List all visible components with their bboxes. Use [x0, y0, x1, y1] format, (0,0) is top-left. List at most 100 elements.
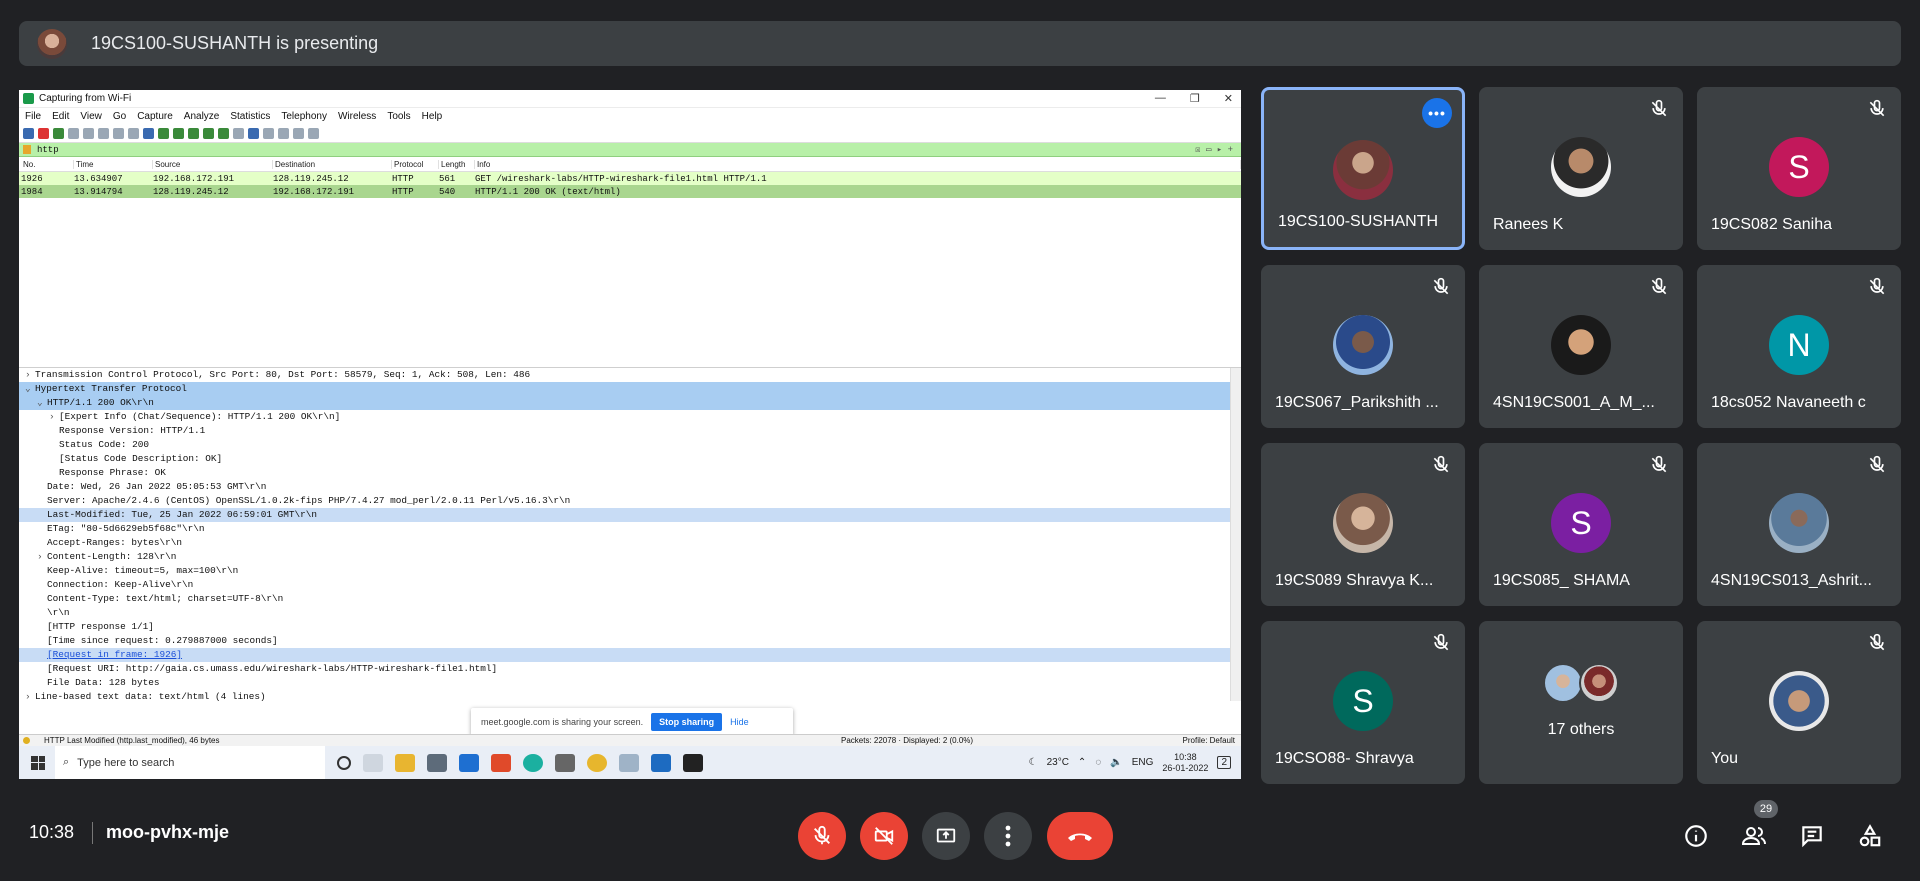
participant-tile[interactable]: 4SN19CS013_Ashrit...: [1697, 443, 1901, 606]
participant-tile[interactable]: S 19CS082 Saniha: [1697, 87, 1901, 250]
packet-row[interactable]: 1984 13.914794 128.119.245.12 192.168.17…: [19, 185, 1241, 198]
detail-line[interactable]: › Transmission Control Protocol, Src Port…: [19, 368, 1241, 382]
tray-chevron-icon[interactable]: ⌃: [1078, 757, 1086, 768]
maximize-icon[interactable]: ❐: [1190, 92, 1200, 105]
menu-file[interactable]: File: [25, 111, 41, 122]
wireshark-taskbar-icon[interactable]: [651, 753, 671, 772]
detail-line[interactable]: Status Code: 200: [19, 438, 1241, 452]
network-icon[interactable]: ◌: [1095, 757, 1101, 768]
others-tile[interactable]: 17 others: [1479, 621, 1683, 784]
detail-scrollbar[interactable]: [1230, 368, 1241, 701]
stop-sharing-button[interactable]: Stop sharing: [651, 713, 723, 731]
close-icon[interactable]: ✕: [1224, 92, 1233, 105]
filter-controls-icon[interactable]: ☒ ▭ ▸ +: [1195, 145, 1233, 155]
first-packet-icon[interactable]: [203, 128, 214, 139]
participant-tile[interactable]: 19CS089 Shravya K...: [1261, 443, 1465, 606]
open-file-icon[interactable]: [83, 128, 94, 139]
meeting-details-button[interactable]: [1680, 820, 1712, 852]
notification-icon[interactable]: 2: [1217, 756, 1231, 769]
go-back-icon[interactable]: [158, 128, 169, 139]
detail-line[interactable]: Response Phrase: OK: [19, 466, 1241, 480]
detail-line[interactable]: ⌄ HTTP/1.1 200 OK\r\n: [19, 396, 1241, 410]
menu-edit[interactable]: Edit: [52, 111, 69, 122]
detail-line[interactable]: Date: Wed, 26 Jan 2022 05:05:53 GMT\r\n: [19, 480, 1241, 494]
menu-analyze[interactable]: Analyze: [184, 111, 220, 122]
minimize-icon[interactable]: —: [1155, 92, 1166, 105]
taskbar-clock[interactable]: 10:38 26-01-2022: [1162, 752, 1208, 774]
display-filter-bar[interactable]: http ☒ ▭ ▸ +: [19, 143, 1241, 157]
volume-icon[interactable]: 🔈: [1110, 757, 1122, 768]
menu-go[interactable]: Go: [113, 111, 126, 122]
participant-tile[interactable]: 4SN19CS001_A_M_...: [1479, 265, 1683, 428]
menu-help[interactable]: Help: [422, 111, 443, 122]
detail-line-selected[interactable]: Last-Modified: Tue, 25 Jan 2022 06:59:01…: [19, 508, 1241, 522]
detail-line[interactable]: File Data: 128 bytes: [19, 676, 1241, 690]
colorize-icon[interactable]: [248, 128, 259, 139]
col-time[interactable]: Time: [74, 159, 153, 169]
col-no[interactable]: No.: [21, 159, 74, 169]
terminal-icon[interactable]: [683, 753, 703, 772]
participant-tile[interactable]: Ranees K: [1479, 87, 1683, 250]
detail-line[interactable]: [Time since request: 0.279887000 seconds…: [19, 634, 1241, 648]
last-packet-icon[interactable]: [218, 128, 229, 139]
detail-line[interactable]: ⌄ Hypertext Transfer Protocol: [19, 382, 1241, 396]
reload-icon[interactable]: [128, 128, 139, 139]
detail-line[interactable]: Connection: Keep-Alive\r\n: [19, 578, 1241, 592]
self-tile[interactable]: You: [1697, 621, 1901, 784]
menu-telephony[interactable]: Telephony: [281, 111, 327, 122]
participant-tile[interactable]: 19CS067_Parikshith ...: [1261, 265, 1465, 428]
col-destination[interactable]: Destination: [273, 159, 392, 169]
leave-call-button[interactable]: [1047, 812, 1113, 860]
menu-tools[interactable]: Tools: [387, 111, 410, 122]
detail-line[interactable]: Response Version: HTTP/1.1: [19, 424, 1241, 438]
close-file-icon[interactable]: [113, 128, 124, 139]
chat-button[interactable]: [1796, 820, 1828, 852]
col-length[interactable]: Length: [439, 159, 475, 169]
language-indicator[interactable]: ENG: [1132, 757, 1154, 768]
find-packet-icon[interactable]: [143, 128, 154, 139]
participant-tile[interactable]: S 19CSO88- Shravya: [1261, 621, 1465, 784]
detail-line[interactable]: › [Expert Info (Chat/Sequence): HTTP/1.1 …: [19, 410, 1241, 424]
cortana-icon[interactable]: [337, 755, 351, 770]
zoom-in-icon[interactable]: [263, 128, 274, 139]
detail-line[interactable]: Accept-Ranges: bytes\r\n: [19, 536, 1241, 550]
participant-tile[interactable]: S 19CS085_ SHAMA: [1479, 443, 1683, 606]
col-protocol[interactable]: Protocol: [392, 159, 439, 169]
save-file-icon[interactable]: [98, 128, 109, 139]
zoom-out-icon[interactable]: [278, 128, 289, 139]
office-icon[interactable]: [491, 753, 511, 772]
col-source[interactable]: Source: [153, 159, 273, 169]
store-icon[interactable]: [427, 753, 447, 772]
col-info[interactable]: Info: [475, 159, 1241, 169]
detail-line[interactable]: Keep-Alive: timeout=5, max=100\r\n: [19, 564, 1241, 578]
detail-line[interactable]: \r\n: [19, 606, 1241, 620]
task-view-icon[interactable]: [363, 753, 383, 772]
detail-line[interactable]: Server: Apache/2.4.6 (CentOS) OpenSSL/1.…: [19, 494, 1241, 508]
restart-capture-icon[interactable]: [53, 128, 64, 139]
go-forward-icon[interactable]: [173, 128, 184, 139]
detail-line[interactable]: [HTTP response 1/1]: [19, 620, 1241, 634]
edge-icon[interactable]: [523, 753, 543, 772]
start-capture-icon[interactable]: [23, 128, 34, 139]
more-options-icon[interactable]: •••: [1422, 98, 1452, 128]
detail-line[interactable]: ETag: "80-5d6629eb5f68c"\r\n: [19, 522, 1241, 536]
activities-button[interactable]: [1854, 820, 1886, 852]
capture-options-icon[interactable]: [68, 128, 79, 139]
detail-line[interactable]: Content-Type: text/html; charset=UTF-8\r…: [19, 592, 1241, 606]
request-frame-link[interactable]: [Request in frame: 1926]: [47, 649, 182, 660]
taskbar-search-input[interactable]: Type here to search: [77, 757, 174, 769]
detail-line[interactable]: › Line-based text data: text/html (4 line…: [19, 690, 1241, 704]
go-to-packet-icon[interactable]: [188, 128, 199, 139]
present-screen-button[interactable]: [922, 812, 970, 860]
meeting-code[interactable]: moo-pvhx-mje: [106, 822, 229, 843]
autoscroll-icon[interactable]: [233, 128, 244, 139]
filter-bookmark-icon[interactable]: [23, 145, 31, 154]
more-options-button[interactable]: [984, 812, 1032, 860]
chrome-icon[interactable]: [587, 753, 607, 772]
zoom-reset-icon[interactable]: [293, 128, 304, 139]
file-explorer-icon[interactable]: [395, 753, 415, 772]
participant-tile-presenter[interactable]: ••• 19CS100-SUSHANTH: [1261, 87, 1465, 250]
menu-statistics[interactable]: Statistics: [230, 111, 270, 122]
stop-capture-icon[interactable]: [38, 128, 49, 139]
hide-banner-button[interactable]: Hide: [730, 717, 749, 727]
